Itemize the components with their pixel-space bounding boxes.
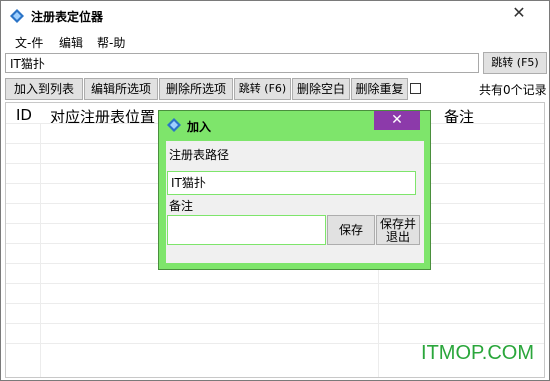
delete-selected-button[interactable]: 删除所选项 bbox=[159, 78, 233, 100]
grid-line bbox=[6, 283, 544, 284]
dialog-app-icon bbox=[167, 118, 181, 132]
delete-blank-button[interactable]: 删除空白 bbox=[292, 78, 350, 100]
column-header-id[interactable]: ID bbox=[16, 106, 32, 124]
column-line bbox=[40, 123, 41, 377]
record-count: 共有0个记录 bbox=[479, 83, 547, 97]
checkbox[interactable] bbox=[410, 83, 421, 94]
jump-f5-button[interactable]: 跳转 (F5) bbox=[483, 52, 547, 74]
save-and-exit-button[interactable]: 保存并退出 bbox=[376, 215, 420, 245]
edit-selected-button[interactable]: 编辑所选项 bbox=[84, 78, 158, 100]
dialog-body: 注册表路径 IT猫扑 备注 保存 保存并退出 bbox=[166, 141, 424, 263]
title-bar: 注册表定位器 ✕ bbox=[1, 1, 549, 31]
grid-line bbox=[6, 303, 544, 304]
watermark: ITMOP.COM bbox=[421, 342, 534, 364]
add-dialog: 加入 ✕ 注册表路径 IT猫扑 备注 保存 保存并退出 bbox=[158, 110, 431, 270]
dialog-close-icon[interactable]: ✕ bbox=[374, 111, 420, 130]
menu-help[interactable]: 帮-助 bbox=[97, 34, 125, 51]
registry-path-label: 注册表路径 bbox=[167, 144, 232, 165]
window-title: 注册表定位器 bbox=[31, 10, 104, 24]
dialog-path-input[interactable]: IT猫扑 bbox=[167, 171, 416, 195]
add-to-list-button[interactable]: 加入到列表 bbox=[5, 78, 83, 100]
registry-path-input[interactable]: IT猫扑 bbox=[5, 53, 479, 73]
close-icon[interactable]: ✕ bbox=[497, 1, 541, 27]
save-button[interactable]: 保存 bbox=[327, 215, 375, 245]
grid-line bbox=[6, 323, 544, 324]
jump-f6-button[interactable]: 跳转 (F6) bbox=[234, 78, 291, 100]
note-input[interactable] bbox=[167, 215, 326, 245]
dialog-title: 加入 bbox=[187, 120, 212, 134]
menu-edit[interactable]: 编辑 bbox=[59, 34, 83, 51]
toolbar: 加入到列表 编辑所选项 删除所选项 跳转 (F6) 删除空白 删除重复 共有0个… bbox=[1, 78, 549, 100]
delete-duplicate-button[interactable]: 删除重复 bbox=[351, 78, 408, 100]
note-label: 备注 bbox=[167, 197, 196, 214]
menu-file[interactable]: 文-件 bbox=[15, 34, 43, 51]
app-icon bbox=[10, 9, 24, 23]
menu-bar: 文-件 编辑 帮-助 bbox=[1, 31, 549, 51]
main-window: 注册表定位器 ✕ 文-件 编辑 帮-助 IT猫扑 跳转 (F5) 加入到列表 编… bbox=[0, 0, 550, 381]
path-row: IT猫扑 跳转 (F5) bbox=[1, 52, 549, 76]
